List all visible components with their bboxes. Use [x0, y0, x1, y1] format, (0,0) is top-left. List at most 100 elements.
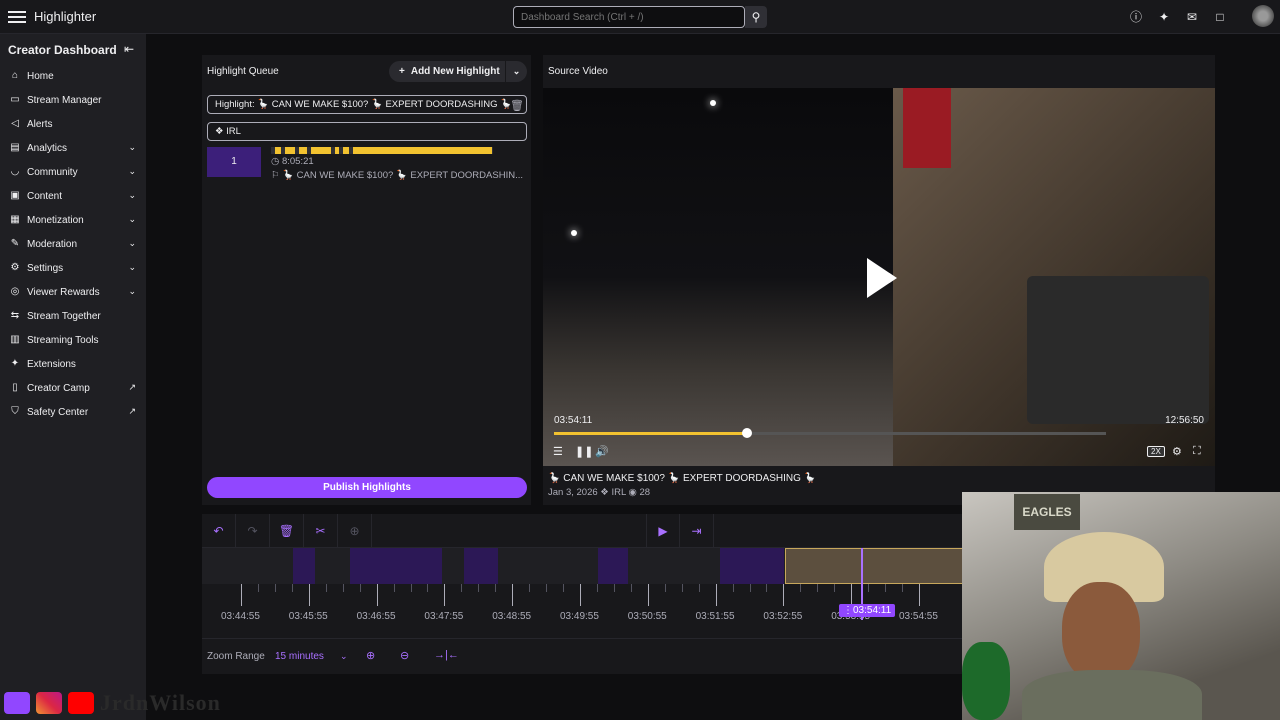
skip-to-end-icon[interactable]: ⇥	[680, 514, 714, 548]
home-icon: ⌂	[11, 70, 19, 81]
fit-icon[interactable]: →|←	[434, 649, 459, 661]
timeline-minor-tick	[563, 584, 565, 592]
search-icon[interactable]: ⚲	[745, 6, 767, 28]
timeline-track[interactable]	[202, 548, 964, 584]
zoom-in-icon[interactable]: ⊕	[366, 649, 375, 662]
timeline-minor-tick	[393, 584, 395, 592]
menu-icon[interactable]	[8, 8, 26, 26]
timeline-minor-tick	[885, 584, 887, 592]
sidebar-item-creator-camp[interactable]: ▯ Creator Camp ↗	[0, 376, 146, 400]
sidebar-item-analytics[interactable]: ▤ Analytics ⌄	[0, 136, 146, 160]
sidebar-item-settings[interactable]: ⚙ Settings ⌄	[0, 256, 146, 280]
sidebar-item-label: Extensions	[27, 358, 76, 370]
chevron-down-icon[interactable]: ⌄	[128, 214, 136, 225]
video-player[interactable]: 03:54:11 12:56:50 ☰ ❚❚ 🔊 2X ⚙ ⛶	[543, 88, 1215, 466]
sparkle-icon[interactable]: ✦	[1156, 9, 1172, 25]
sidebar-item-community[interactable]: ◡ Community ⌄	[0, 160, 146, 184]
timeline-segment[interactable]	[464, 548, 498, 584]
queue-item[interactable]: 1 ◷ 8:05:21 ⚐ 🪿 CAN WE MAKE $100? 🪿 EXPE…	[207, 147, 529, 181]
category-field[interactable]: ❖ IRL	[207, 122, 527, 141]
moderation-icon: ✎	[10, 238, 20, 249]
duration-value: 8:05:21	[281, 156, 314, 167]
rewards-icon: ◎	[10, 286, 20, 297]
highlight-title-field[interactable]: Highlight: 🪿 CAN WE MAKE $100? 🪿 EXPERT …	[207, 95, 527, 114]
chevron-down-icon[interactable]: ⌄	[128, 190, 136, 201]
video-progress-bar[interactable]	[554, 428, 1106, 438]
zoom-out-icon[interactable]: ⊖	[400, 649, 409, 662]
chevron-down-icon[interactable]: ⌄	[128, 142, 136, 153]
playhead-time: ⋮03:54:11	[839, 604, 896, 617]
drag-handle-icon: ⋮	[843, 605, 853, 616]
external-link-icon[interactable]: ↗	[128, 406, 136, 417]
sidebar-item-safety-center[interactable]: ⛉ Safety Center ↗	[0, 400, 146, 424]
category-icon: ❖	[600, 487, 609, 498]
play-icon[interactable]: ▶	[646, 514, 680, 548]
sidebar: Creator Dashboard ⇤ ⌂ Home ▭ Stream Manager…	[0, 34, 146, 720]
add-highlight-label: Add New Highlight	[410, 66, 500, 77]
delete-icon[interactable]: 🗑	[270, 514, 304, 548]
chevron-down-icon[interactable]: ⌄	[128, 238, 136, 249]
sidebar-item-viewer-rewards[interactable]: ◎ Viewer Rewards ⌄	[0, 280, 146, 304]
selected-highlight-range[interactable]	[785, 548, 964, 584]
chevron-down-icon[interactable]: ⌄	[505, 61, 527, 82]
redo-icon[interactable]: ↷	[236, 514, 270, 548]
trash-icon[interactable]: 🗑	[510, 99, 524, 112]
gear-icon[interactable]: ⚙	[1172, 445, 1182, 458]
source-title: Source Video	[548, 66, 608, 77]
progress-knob[interactable]	[742, 428, 753, 438]
chevron-down-icon[interactable]: ⌄	[128, 262, 136, 273]
analytics-icon: ▤	[10, 142, 20, 153]
sidebar-item-label: Settings	[27, 262, 64, 274]
sidebar-item-extensions[interactable]: ✦ Extensions	[0, 352, 146, 376]
fullscreen-icon[interactable]: ⛶	[1193, 445, 1201, 458]
timeline-segment[interactable]	[598, 548, 628, 584]
help-icon[interactable]: ⓘ	[1128, 9, 1144, 25]
collapse-icon[interactable]: ⇤	[124, 42, 134, 56]
publish-highlights-button[interactable]: Publish Highlights	[207, 477, 527, 498]
sidebar-item-moderation[interactable]: ✎ Moderation ⌄	[0, 232, 146, 256]
video-date: Jan 3, 2026	[548, 487, 598, 498]
timeline-minor-tick	[834, 584, 836, 592]
sidebar-item-label: Stream Together	[27, 310, 101, 322]
timeline-segment[interactable]	[293, 548, 315, 584]
sidebar-item-stream-manager[interactable]: ▭ Stream Manager	[0, 88, 146, 112]
volume-icon[interactable]: 🔊	[595, 445, 609, 458]
chevron-down-icon[interactable]: ⌄	[340, 651, 348, 662]
search-input[interactable]	[513, 6, 745, 28]
timeline-segment[interactable]	[720, 548, 784, 584]
sidebar-item-streaming-tools[interactable]: ▥ Streaming Tools	[0, 328, 146, 352]
timeline-tick-label: 03:45:55	[288, 611, 328, 622]
chevron-down-icon[interactable]: ⌄	[128, 166, 136, 177]
inbox-icon[interactable]: ✉	[1184, 9, 1200, 25]
sidebar-item-label: Analytics	[27, 142, 68, 154]
highlight-queue-panel: Highlight Queue + Add New Highlight ⌄ Hig…	[202, 55, 531, 505]
top-bar: Highlighter ⚲ ⓘ ✦ ✉ □	[0, 0, 1280, 34]
streaming-tools-icon: ▥	[10, 334, 20, 345]
video-name: 🪿 CAN WE MAKE $100? 🪿 EXPERT DOORDASHING…	[548, 473, 817, 484]
sidebar-item-content[interactable]: ▣ Content ⌄	[0, 184, 146, 208]
progress-fill	[554, 432, 748, 435]
chevron-down-icon[interactable]: ⌄	[128, 286, 136, 297]
timeline-tick	[444, 584, 446, 606]
sidebar-item-alerts[interactable]: ◁ Alerts	[0, 112, 146, 136]
add-circle-icon[interactable]: ⊕	[338, 514, 372, 548]
pause-icon[interactable]: ❚❚	[575, 445, 593, 458]
avatar[interactable]	[1252, 5, 1274, 27]
sidebar-item-stream-together[interactable]: ⇆ Stream Together	[0, 304, 146, 328]
chat-icon[interactable]: □	[1212, 9, 1228, 25]
undo-icon[interactable]: ↶	[202, 514, 236, 548]
sidebar-item-home[interactable]: ⌂ Home	[0, 64, 146, 88]
speed-badge[interactable]: 2X	[1147, 446, 1165, 457]
zoom-range-select[interactable]: 15 minutes	[275, 651, 324, 662]
external-link-icon[interactable]: ↗	[128, 382, 136, 393]
scissors-icon[interactable]: ✂	[304, 514, 338, 548]
video-frame-lamp	[571, 230, 577, 236]
add-highlight-button[interactable]: + Add New Highlight ⌄	[389, 61, 527, 82]
video-category: IRL	[611, 487, 626, 498]
timeline-tick	[512, 584, 514, 606]
chapters-icon[interactable]: ☰	[553, 445, 563, 458]
sidebar-item-monetization[interactable]: ▦ Monetization ⌄	[0, 208, 146, 232]
timeline-segment[interactable]	[350, 548, 442, 584]
timeline-tick-label: 03:47:55	[424, 611, 464, 622]
play-icon[interactable]	[867, 258, 897, 298]
